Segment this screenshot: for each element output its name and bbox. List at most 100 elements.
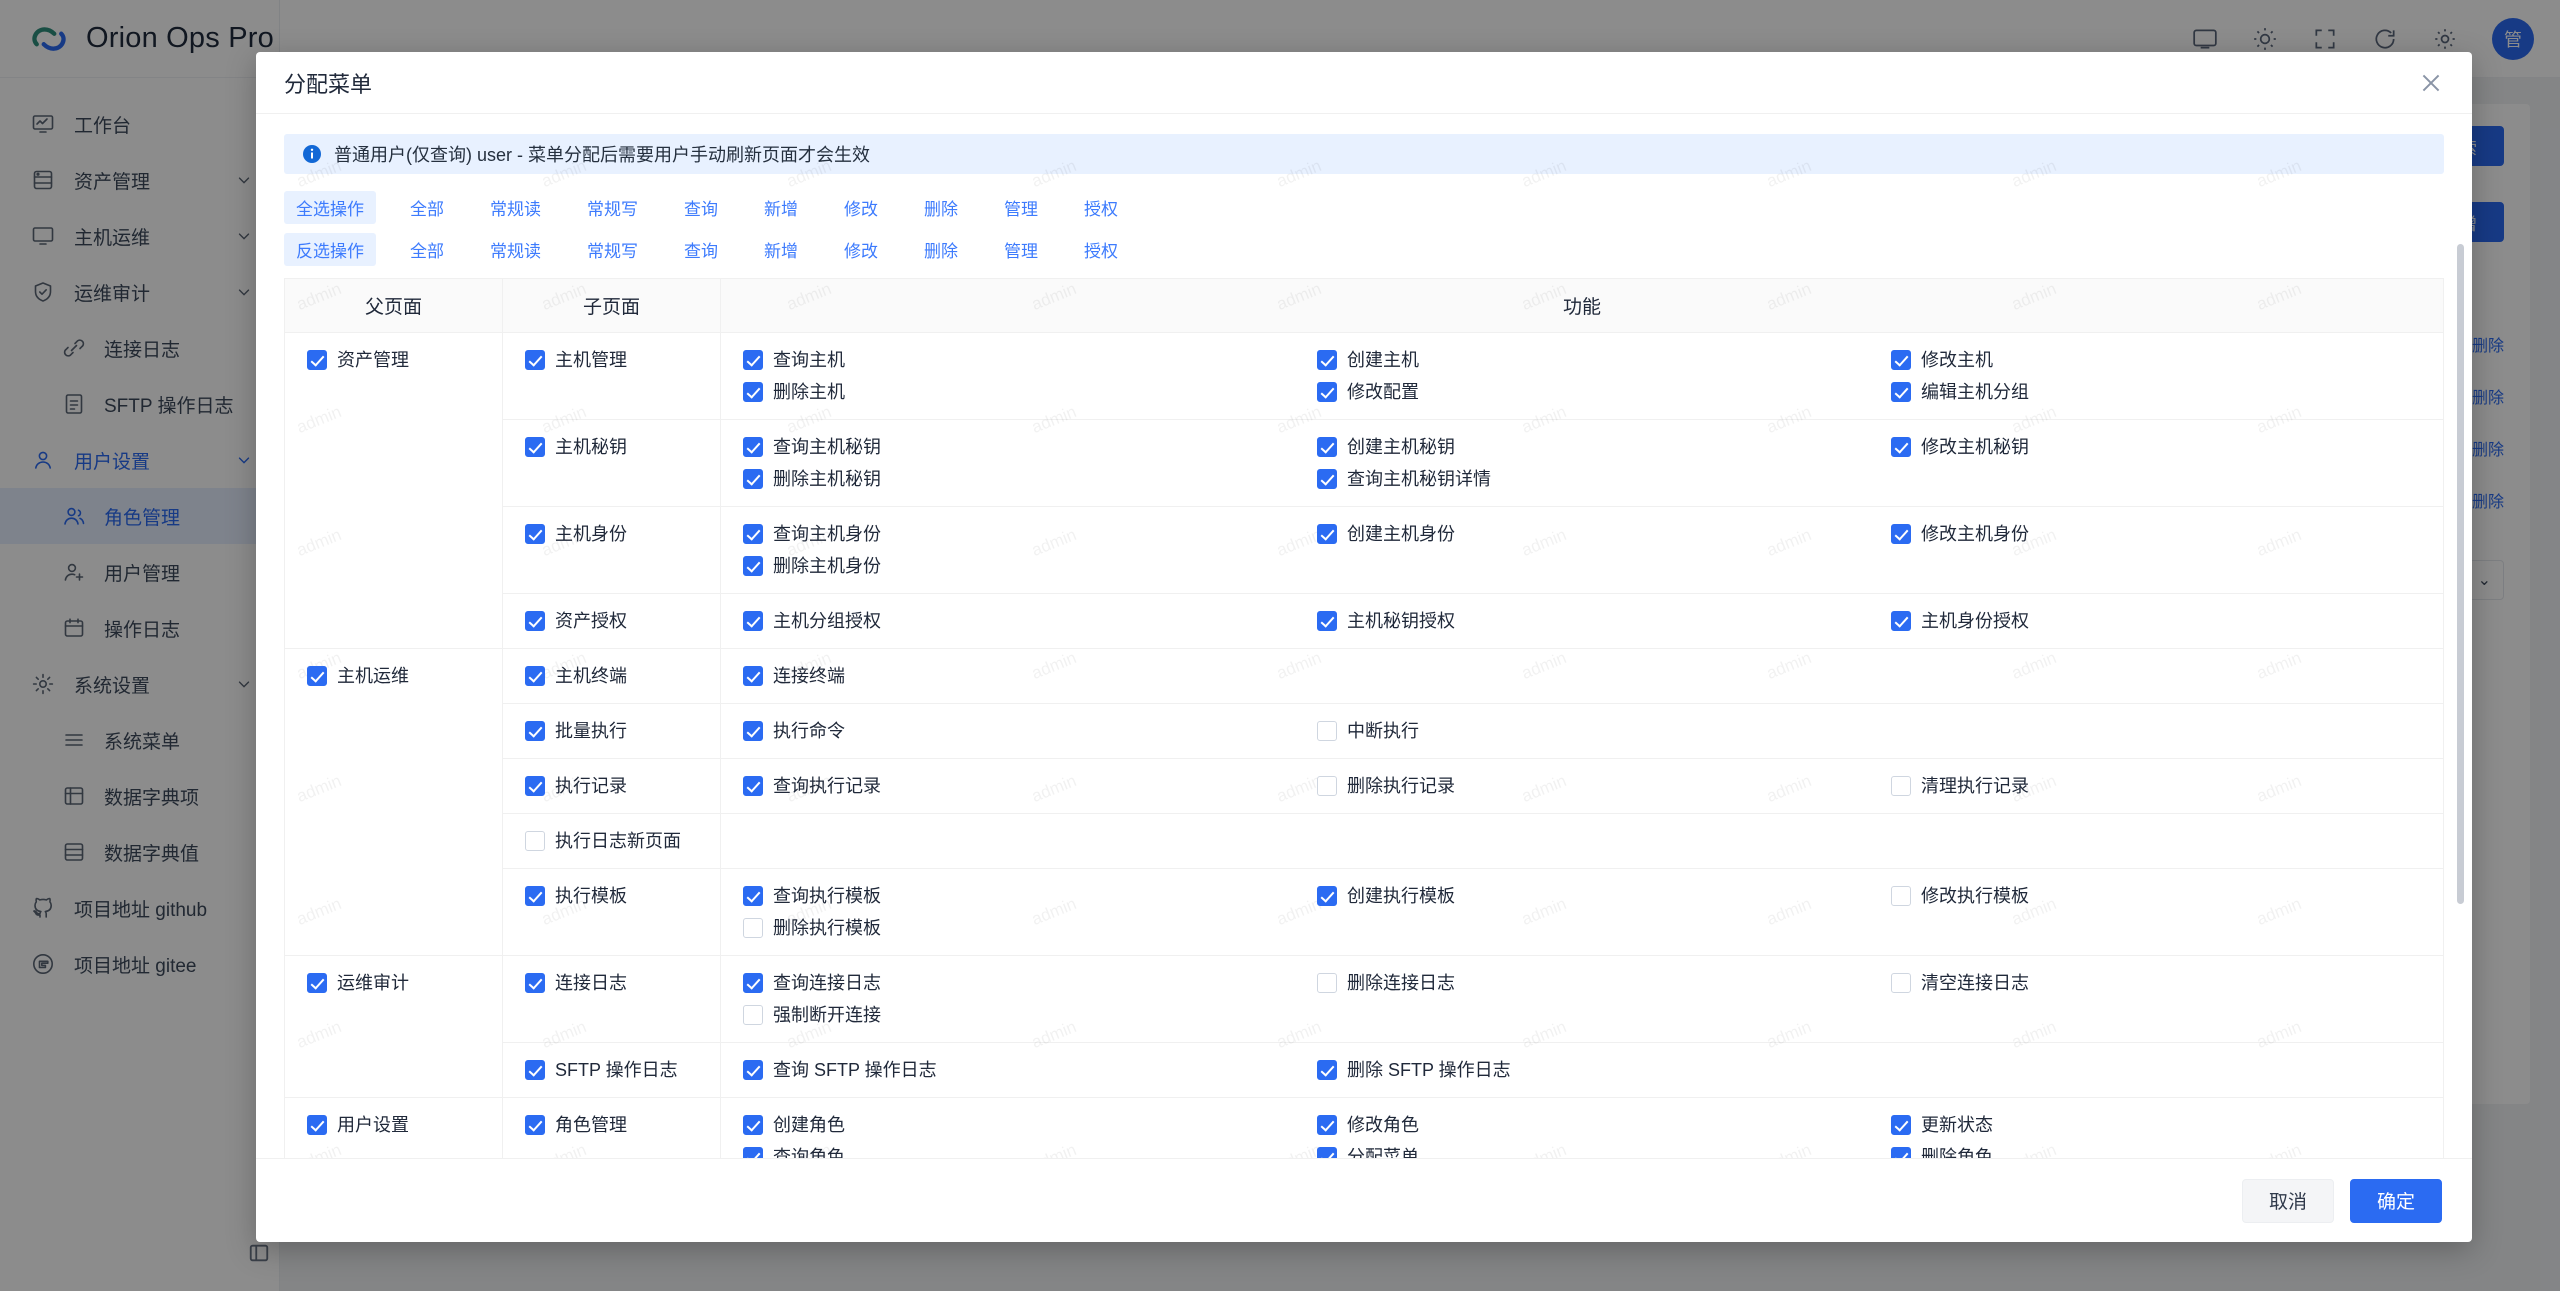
checkbox[interactable] — [743, 469, 763, 489]
checkbox[interactable] — [743, 918, 763, 938]
function-checkbox[interactable]: 删除主机 — [721, 379, 1295, 405]
function-checkbox[interactable]: 修改角色 — [1295, 1112, 1869, 1138]
checkbox[interactable] — [1317, 437, 1337, 457]
checkbox[interactable] — [743, 1115, 763, 1135]
child-page-checkbox[interactable]: 连接日志 — [525, 970, 720, 996]
child-page-checkbox[interactable]: 主机管理 — [525, 347, 720, 373]
checkbox[interactable] — [1317, 973, 1337, 993]
function-checkbox[interactable]: 删除角色 — [1869, 1144, 2443, 1158]
child-page-checkbox[interactable]: 执行日志新页面 — [525, 828, 720, 854]
tag-option[interactable]: 修改 — [832, 233, 890, 266]
function-checkbox[interactable]: 查询主机秘钥 — [721, 434, 1295, 460]
checkbox[interactable] — [1317, 1115, 1337, 1135]
checkbox[interactable] — [1317, 886, 1337, 906]
tag-option[interactable]: 常规写 — [575, 233, 650, 266]
checkbox[interactable] — [1317, 350, 1337, 370]
parent-page-checkbox[interactable]: 运维审计 — [307, 970, 502, 996]
checkbox[interactable] — [743, 1005, 763, 1025]
function-checkbox[interactable]: 清理执行记录 — [1869, 773, 2443, 799]
checkbox[interactable] — [1317, 776, 1337, 796]
checkbox[interactable] — [525, 721, 545, 741]
function-checkbox[interactable]: 查询 SFTP 操作日志 — [721, 1057, 1295, 1083]
checkbox[interactable] — [525, 831, 545, 851]
checkbox[interactable] — [743, 1060, 763, 1080]
checkbox[interactable] — [743, 776, 763, 796]
child-page-checkbox[interactable]: 主机终端 — [525, 663, 720, 689]
checkbox[interactable] — [1317, 721, 1337, 741]
tag-option[interactable]: 查询 — [672, 233, 730, 266]
function-checkbox[interactable]: 创建主机 — [1295, 347, 1869, 373]
checkbox[interactable] — [525, 1115, 545, 1135]
checkbox[interactable] — [1891, 776, 1911, 796]
tag-option[interactable]: 授权 — [1072, 191, 1130, 224]
function-checkbox[interactable]: 编辑主机分组 — [1869, 379, 2443, 405]
child-page-checkbox[interactable]: 执行模板 — [525, 883, 720, 909]
checkbox[interactable] — [743, 886, 763, 906]
tag-option[interactable]: 查询 — [672, 191, 730, 224]
tag-lead[interactable]: 全选操作 — [284, 191, 376, 224]
checkbox[interactable] — [525, 611, 545, 631]
parent-page-checkbox[interactable]: 资产管理 — [307, 347, 502, 373]
function-checkbox[interactable]: 主机身份授权 — [1869, 608, 2443, 634]
checkbox[interactable] — [1891, 524, 1911, 544]
checkbox[interactable] — [307, 350, 327, 370]
function-checkbox[interactable]: 删除主机身份 — [721, 553, 1295, 579]
function-checkbox[interactable]: 强制断开连接 — [721, 1002, 1295, 1028]
tag-option[interactable]: 常规读 — [478, 191, 553, 224]
tag-option[interactable]: 全部 — [398, 191, 456, 224]
function-checkbox[interactable]: 查询执行模板 — [721, 883, 1295, 909]
checkbox[interactable] — [1891, 1147, 1911, 1158]
function-checkbox[interactable]: 修改主机 — [1869, 347, 2443, 373]
modal-scrollbar[interactable] — [2457, 244, 2464, 904]
checkbox[interactable] — [1891, 382, 1911, 402]
function-checkbox[interactable]: 修改主机秘钥 — [1869, 434, 2443, 460]
checkbox[interactable] — [743, 721, 763, 741]
tag-option[interactable]: 全部 — [398, 233, 456, 266]
function-checkbox[interactable]: 清空连接日志 — [1869, 970, 2443, 996]
tag-option[interactable]: 管理 — [992, 191, 1050, 224]
checkbox[interactable] — [743, 1147, 763, 1158]
function-checkbox[interactable]: 修改配置 — [1295, 379, 1869, 405]
checkbox[interactable] — [525, 437, 545, 457]
checkbox[interactable] — [307, 666, 327, 686]
checkbox[interactable] — [743, 556, 763, 576]
checkbox[interactable] — [1891, 886, 1911, 906]
function-checkbox[interactable]: 创建角色 — [721, 1112, 1295, 1138]
function-checkbox[interactable]: 中断执行 — [1295, 718, 1869, 744]
function-checkbox[interactable]: 查询主机秘钥详情 — [1295, 466, 1869, 492]
function-checkbox[interactable]: 连接终端 — [721, 663, 1295, 689]
function-checkbox[interactable]: 查询连接日志 — [721, 970, 1295, 996]
close-icon[interactable] — [2418, 70, 2444, 96]
checkbox[interactable] — [1891, 1115, 1911, 1135]
function-checkbox[interactable]: 删除连接日志 — [1295, 970, 1869, 996]
child-page-checkbox[interactable]: 角色管理 — [525, 1112, 720, 1138]
child-page-checkbox[interactable]: 主机秘钥 — [525, 434, 720, 460]
tag-lead[interactable]: 反选操作 — [284, 233, 376, 266]
parent-page-checkbox[interactable]: 用户设置 — [307, 1112, 502, 1138]
function-checkbox[interactable]: 创建主机身份 — [1295, 521, 1869, 547]
child-page-checkbox[interactable]: 执行记录 — [525, 773, 720, 799]
checkbox[interactable] — [1317, 382, 1337, 402]
checkbox[interactable] — [525, 886, 545, 906]
checkbox[interactable] — [525, 666, 545, 686]
tag-option[interactable]: 修改 — [832, 191, 890, 224]
function-checkbox[interactable]: 删除 SFTP 操作日志 — [1295, 1057, 1869, 1083]
function-checkbox[interactable]: 删除执行模板 — [721, 915, 1295, 941]
checkbox[interactable] — [743, 382, 763, 402]
checkbox[interactable] — [525, 524, 545, 544]
function-checkbox[interactable]: 执行命令 — [721, 718, 1295, 744]
function-checkbox[interactable]: 修改主机身份 — [1869, 521, 2443, 547]
function-checkbox[interactable]: 查询角色 — [721, 1144, 1295, 1158]
function-checkbox[interactable]: 查询执行记录 — [721, 773, 1295, 799]
checkbox[interactable] — [1317, 1147, 1337, 1158]
function-checkbox[interactable]: 查询主机 — [721, 347, 1295, 373]
function-checkbox[interactable]: 删除主机秘钥 — [721, 466, 1295, 492]
function-checkbox[interactable]: 更新状态 — [1869, 1112, 2443, 1138]
child-page-checkbox[interactable]: 主机身份 — [525, 521, 720, 547]
checkbox[interactable] — [525, 973, 545, 993]
checkbox[interactable] — [743, 524, 763, 544]
confirm-button[interactable]: 确定 — [2350, 1179, 2442, 1223]
tag-option[interactable]: 常规读 — [478, 233, 553, 266]
checkbox[interactable] — [1317, 1060, 1337, 1080]
function-checkbox[interactable]: 创建执行模板 — [1295, 883, 1869, 909]
